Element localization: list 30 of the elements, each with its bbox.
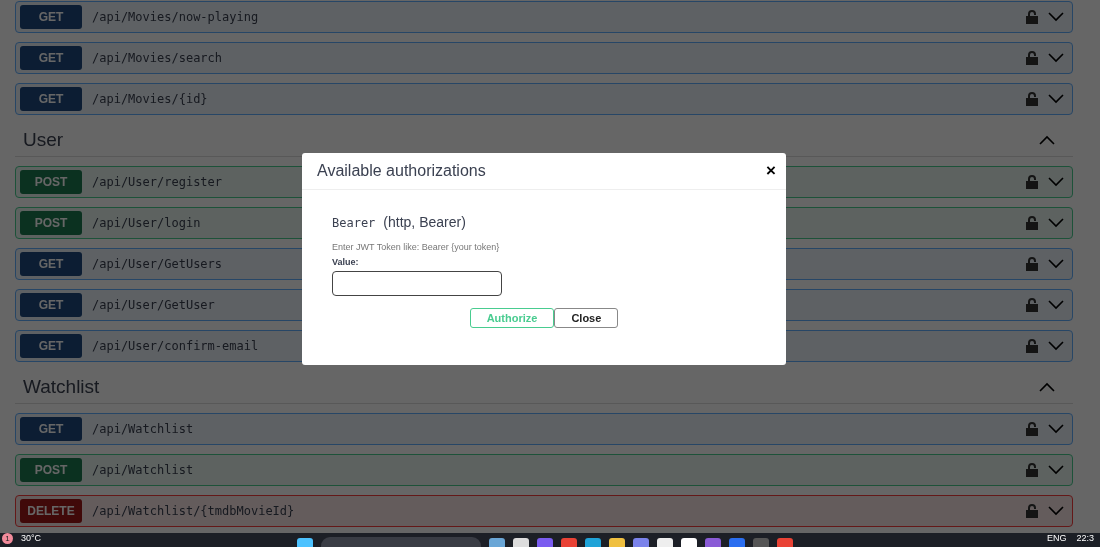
endpoint-path: /api/Movies/now-playing	[92, 10, 259, 24]
method-badge: POST	[20, 458, 82, 482]
endpoint-path: /api/User/GetUsers	[92, 257, 223, 271]
section-title: Watchlist	[23, 376, 100, 398]
endpoint-path: /api/Movies/{id}	[92, 92, 208, 106]
endpoint-path: /api/User/GetUser	[92, 298, 215, 312]
method-badge: GET	[20, 417, 82, 441]
method-badge: GET	[20, 334, 82, 358]
endpoint-path: /api/User/confirm-email	[92, 339, 259, 353]
notification-badge: 1	[2, 533, 13, 544]
scheme-name: Bearer	[332, 216, 376, 230]
dialog-title: Available authorizations	[317, 162, 486, 180]
endpoint-path: /api/Watchlist/{tmdbMovieId}	[92, 504, 295, 518]
value-label: Value:	[332, 257, 360, 267]
endpoint-path: /api/Watchlist	[92, 463, 194, 477]
method-badge: POST	[20, 170, 82, 194]
endpoint-path: /api/Movies/search	[92, 51, 223, 65]
method-badge: GET	[20, 46, 82, 70]
section-title: User	[23, 129, 64, 151]
method-badge: GET	[20, 252, 82, 276]
method-badge: POST	[20, 211, 82, 235]
method-badge: GET	[20, 87, 82, 111]
scheme-description: Enter JWT Token like: Bearer {your token}	[332, 242, 501, 252]
method-badge: GET	[20, 5, 82, 29]
endpoint-path: /api/User/login	[92, 216, 201, 230]
method-badge: GET	[20, 293, 82, 317]
method-badge: DELETE	[20, 499, 82, 523]
scheme-type: (http, Bearer)	[383, 214, 466, 230]
endpoint-path: /api/Watchlist	[92, 422, 194, 436]
endpoint-path: /api/User/register	[92, 175, 223, 189]
